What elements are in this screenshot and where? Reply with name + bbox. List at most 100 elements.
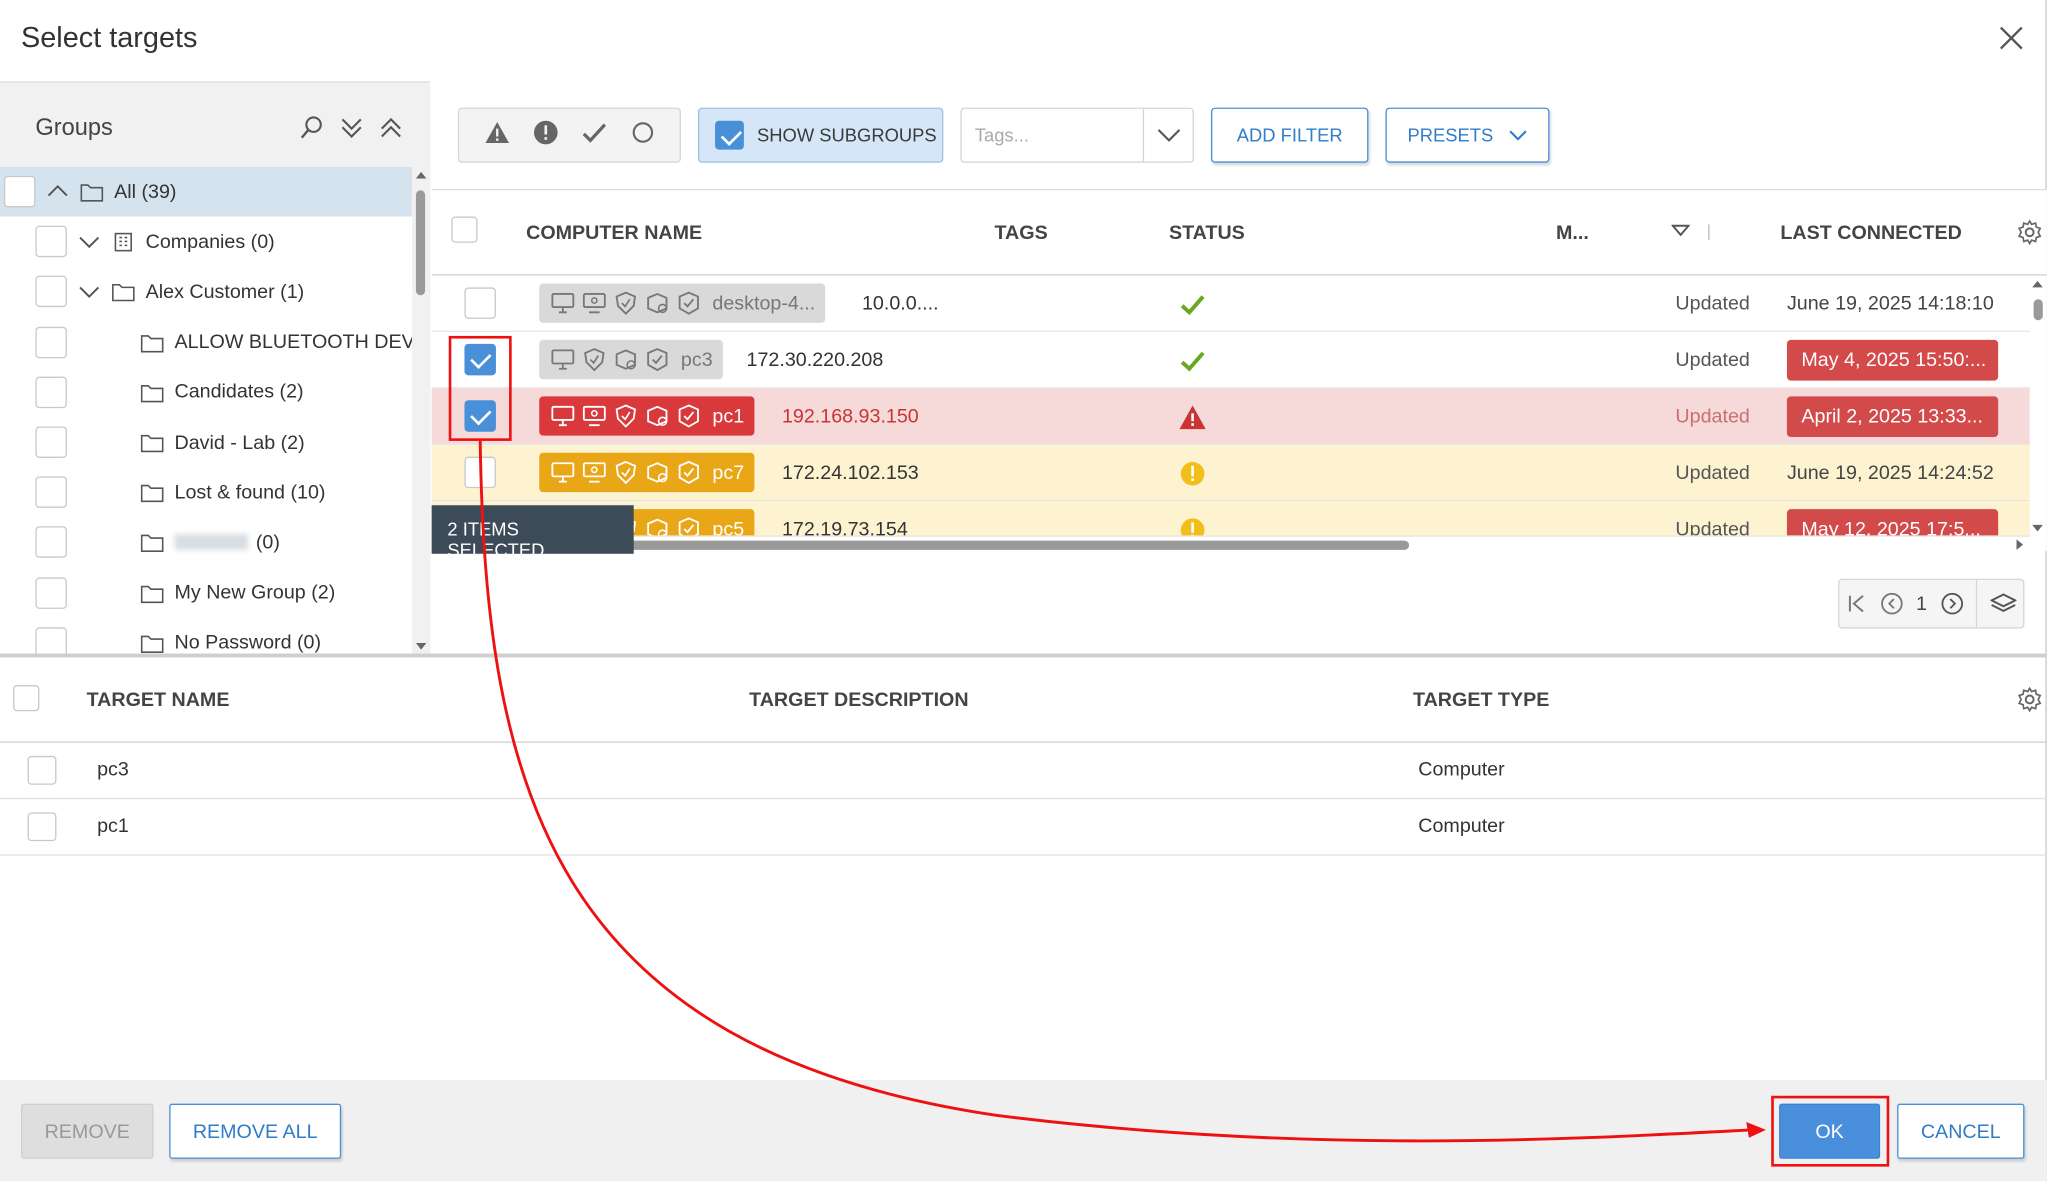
target-row[interactable]: pc1 Computer — [0, 799, 2047, 856]
computers-horizontal-scrollbar[interactable] — [432, 537, 2030, 553]
group-checkbox[interactable] — [35, 326, 67, 358]
column-m[interactable]: M... — [1556, 222, 1589, 244]
group-item[interactable]: My New Group (2) — [0, 568, 412, 618]
column-target-description[interactable]: TARGET DESCRIPTION — [749, 689, 968, 711]
column-target-name[interactable]: TARGET NAME — [87, 689, 230, 711]
column-tags[interactable]: TAGS — [994, 222, 1047, 244]
sort-filter-icon[interactable] — [1671, 224, 1690, 237]
group-checkbox[interactable] — [35, 526, 67, 559]
group-item[interactable]: Companies (0) — [0, 217, 412, 267]
group-item[interactable]: (0) — [0, 517, 412, 567]
group-item[interactable]: All (39) — [0, 166, 412, 217]
target-checkbox[interactable] — [27, 755, 57, 785]
computer-row[interactable]: desktop-4... 10.0.0.... Updated June 19, 20… — [431, 276, 2030, 333]
computer-m-value: Updated — [1675, 518, 1750, 537]
last-connected: April 2, 2025 13:33... — [1786, 396, 1999, 437]
target-row[interactable]: pc3 Computer — [0, 743, 2047, 800]
group-checkbox[interactable] — [35, 576, 67, 609]
column-target-type[interactable]: TARGET TYPE — [1413, 689, 1549, 711]
settings-gear-icon[interactable] — [2017, 219, 2043, 246]
show-subgroups-checkbox[interactable] — [715, 120, 744, 150]
group-item[interactable]: Alex Customer (1) — [0, 267, 412, 317]
column-computer-name[interactable]: COMPUTER NAME — [526, 222, 702, 244]
prev-page-icon[interactable] — [1880, 592, 1904, 616]
computer-chip[interactable]: pc7 — [539, 452, 755, 493]
check-box-icon — [678, 460, 699, 484]
remote-icon — [582, 293, 606, 314]
close-icon[interactable] — [1994, 21, 2028, 55]
row-checkbox[interactable] — [464, 456, 496, 489]
package-icon — [647, 292, 668, 314]
monitor-icon — [551, 349, 575, 370]
remove-button[interactable]: REMOVE — [20, 1103, 154, 1159]
row-checkbox[interactable] — [464, 287, 496, 319]
group-checkbox[interactable] — [35, 626, 67, 655]
status-ok-icon — [1180, 351, 1205, 372]
first-page-icon[interactable] — [1846, 593, 1867, 614]
chevron-down-icon[interactable] — [1142, 108, 1193, 162]
status-warning-icon — [1180, 461, 1205, 486]
computer-row[interactable]: pc5 172.19.73.154 Updated May 12, 2025 17:5… — [431, 501, 2030, 537]
show-subgroups-toggle[interactable]: SHOW SUBGROUPS — [697, 107, 944, 163]
column-last-connected[interactable]: LAST CONNECTED — [1780, 222, 1962, 244]
check-box-icon — [678, 291, 699, 315]
status-ok-icon — [1180, 295, 1205, 316]
layers-icon[interactable] — [1990, 592, 2017, 616]
computer-row[interactable]: pc7 172.24.102.153 Updated June 19, 2025 14… — [431, 444, 2030, 502]
computer-row[interactable]: pc1 192.168.93.150 Updated April 2, 2025 13… — [431, 388, 2030, 445]
column-status[interactable]: STATUS — [1169, 222, 1245, 244]
targets-select-all-checkbox[interactable] — [13, 685, 40, 712]
chevron-down-icon[interactable] — [75, 278, 104, 307]
remote-icon — [582, 462, 606, 483]
computer-chip[interactable]: pc3 — [539, 339, 724, 380]
folder-icon — [140, 384, 164, 403]
search-icon[interactable] — [299, 114, 325, 140]
group-checkbox[interactable] — [35, 426, 67, 459]
warning-icon[interactable] — [483, 120, 509, 150]
row-checkbox[interactable] — [464, 343, 496, 376]
remove-all-button[interactable]: REMOVE ALL — [169, 1103, 342, 1159]
computers-vertical-scrollbar[interactable] — [2030, 276, 2047, 537]
pagination: 1 — [1838, 578, 2025, 629]
chevron-down-icon[interactable] — [75, 227, 104, 256]
group-checkbox[interactable] — [3, 175, 36, 208]
circle-icon[interactable] — [629, 119, 655, 152]
group-item[interactable]: ALLOW BLUETOOTH DEVICES ( — [0, 317, 412, 367]
target-checkbox[interactable] — [27, 812, 57, 842]
group-checkbox[interactable] — [35, 226, 67, 258]
status-filter-group — [457, 107, 681, 163]
group-item[interactable]: Candidates (2) — [0, 367, 412, 417]
presets-button[interactable]: PRESETS — [1385, 107, 1550, 163]
group-checkbox[interactable] — [35, 476, 67, 509]
groups-scrollbar[interactable] — [411, 166, 431, 655]
group-item[interactable]: Lost & found (10) — [0, 467, 412, 517]
computer-row[interactable]: pc3 172.30.220.208 Updated May 4, 2025 15:5… — [431, 332, 2030, 389]
group-checkbox[interactable] — [35, 376, 67, 408]
last-connected: May 4, 2025 15:50:... — [1786, 339, 1999, 381]
add-filter-button[interactable]: ADD FILTER — [1210, 107, 1369, 163]
computer-name: desktop-4... — [712, 291, 816, 315]
select-all-checkbox[interactable] — [451, 216, 478, 243]
group-label: Candidates (2) — [174, 381, 304, 404]
group-item[interactable]: David - Lab (2) — [0, 417, 412, 467]
row-checkbox[interactable] — [464, 400, 496, 432]
computer-chip[interactable]: pc1 — [539, 396, 755, 436]
group-label: Lost & found (10) — [174, 481, 326, 504]
last-connected: June 19, 2025 14:24:52 — [1786, 461, 1994, 485]
check-icon[interactable] — [581, 120, 607, 150]
tags-select[interactable]: Tags... — [960, 107, 1194, 163]
computer-m-value: Updated — [1675, 405, 1750, 428]
ok-button[interactable]: OK — [1779, 1103, 1881, 1159]
computer-chip[interactable]: desktop-4... — [539, 283, 826, 323]
expand-all-icon[interactable] — [338, 114, 364, 140]
status-warning-icon — [1180, 518, 1205, 536]
status-error-icon — [1179, 405, 1206, 430]
next-page-icon[interactable] — [1940, 592, 1964, 616]
group-item[interactable]: No Password (0) — [0, 618, 412, 655]
chevron-up-icon[interactable] — [43, 177, 72, 206]
collapse-all-icon[interactable] — [378, 114, 404, 140]
error-icon[interactable] — [532, 119, 558, 152]
settings-gear-icon[interactable] — [2017, 686, 2043, 713]
cancel-button[interactable]: CANCEL — [1897, 1103, 2025, 1159]
group-checkbox[interactable] — [35, 276, 67, 308]
